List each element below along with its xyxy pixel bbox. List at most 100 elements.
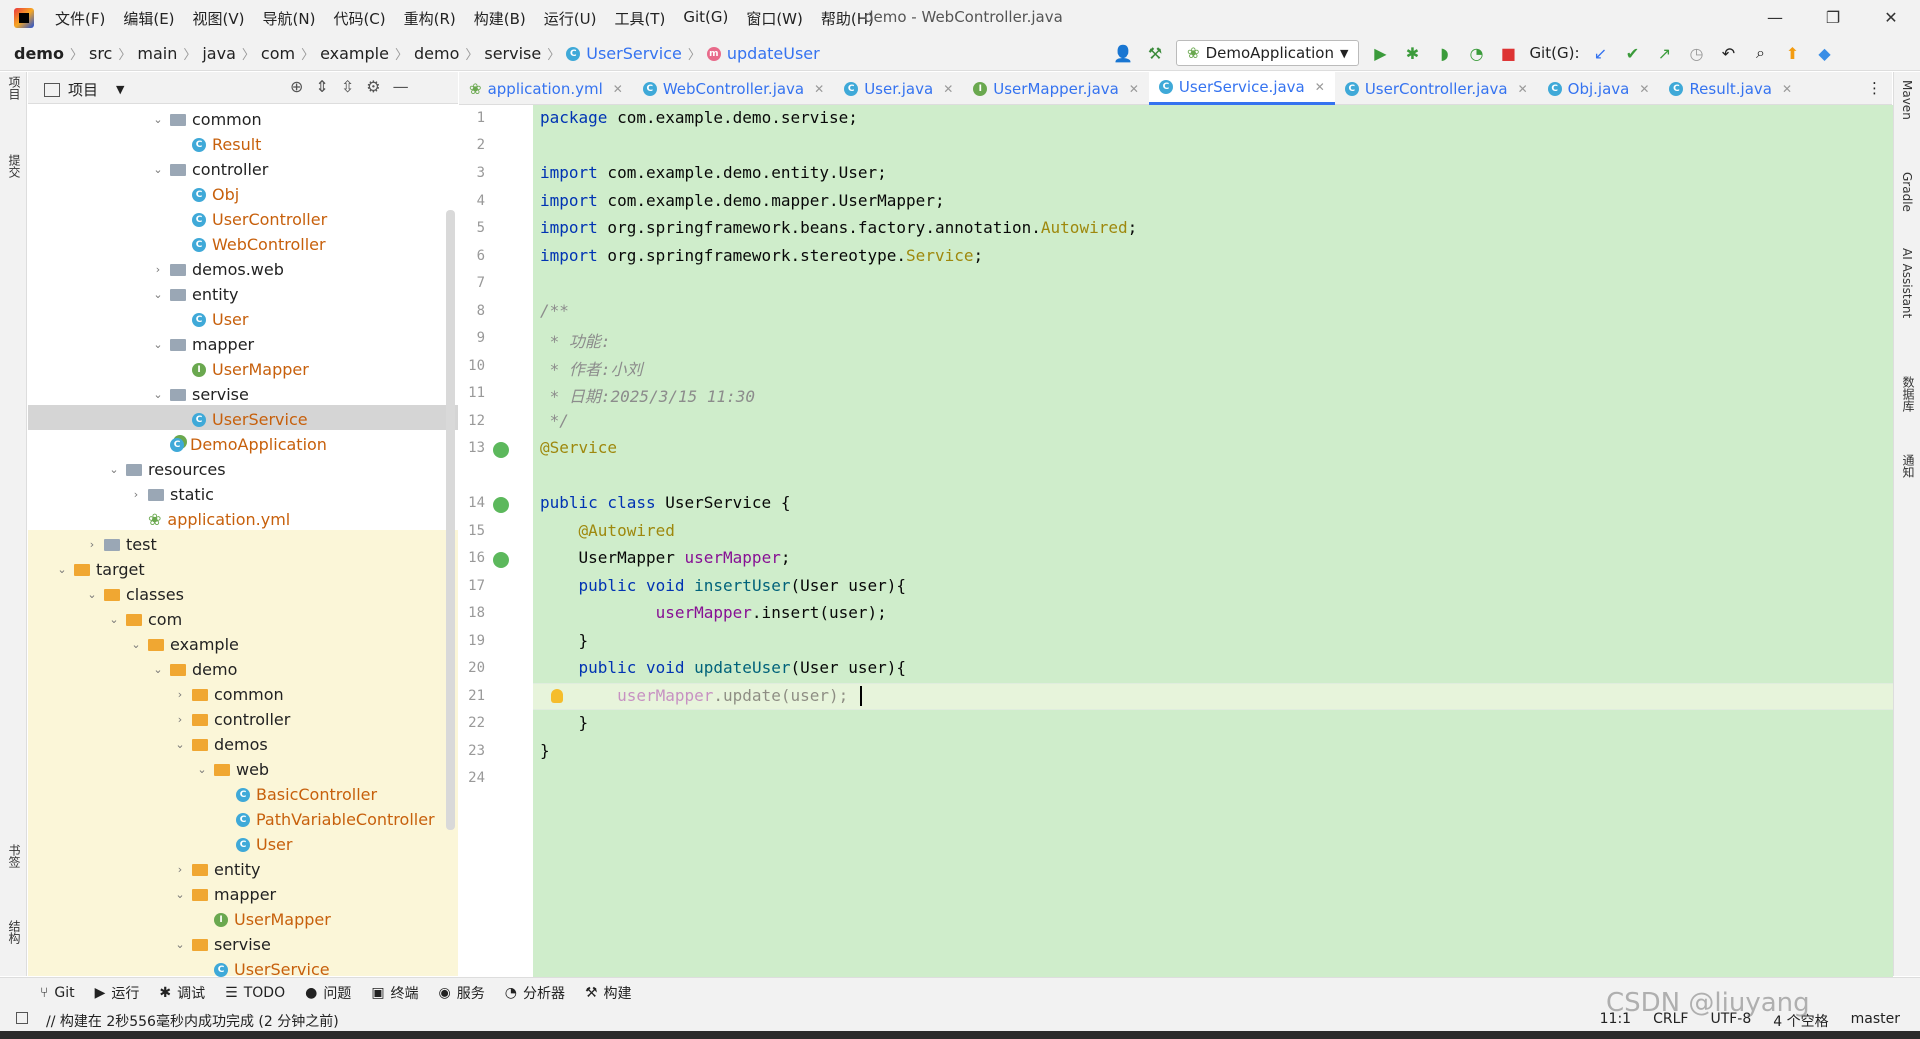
close-icon[interactable]: ✕ xyxy=(1639,82,1649,96)
tree-node[interactable]: ⌄ demos xyxy=(174,732,267,757)
profiler-tool-button[interactable]: ◔ 分析器 xyxy=(505,983,565,1003)
tree-node[interactable]: › common xyxy=(174,682,284,707)
editor-tab[interactable]: C Result.java ✕ xyxy=(1659,72,1802,105)
chevron-down-icon[interactable]: ⌄ xyxy=(174,738,186,751)
services-tool-button[interactable]: ◉ 服务 xyxy=(439,983,485,1003)
tree-node[interactable]: C User xyxy=(218,832,292,857)
menu-file[interactable]: 文件(F) xyxy=(55,8,105,29)
user-icon[interactable]: 👤 xyxy=(1112,42,1134,64)
code-line[interactable]: public void insertUser(User user){ xyxy=(540,576,907,595)
terminal-tool-button[interactable]: ▣ 终端 xyxy=(371,983,418,1003)
tree-node[interactable]: ⌄ common xyxy=(152,107,261,132)
close-icon[interactable]: ✕ xyxy=(613,82,623,96)
chevron-down-icon[interactable]: ⌄ xyxy=(108,463,120,476)
coverage-icon[interactable]: ◗ xyxy=(1433,42,1455,64)
problems-tool-button[interactable]: ● 问题 xyxy=(305,983,351,1003)
tree-node[interactable]: ❀ application.yml xyxy=(130,507,290,532)
git-tool-button[interactable]: ⑂ Git xyxy=(40,985,75,1001)
locate-icon[interactable]: ⊕ xyxy=(290,77,303,96)
collapse-all-icon[interactable]: ⇳ xyxy=(341,77,354,96)
breadcrumb-main[interactable]: main xyxy=(137,44,177,63)
menu-code[interactable]: 代码(C) xyxy=(333,8,385,29)
chevron-down-icon[interactable]: ⌄ xyxy=(152,663,164,676)
database-tool-button[interactable]: 数据库 xyxy=(1900,376,1917,412)
tree-node[interactable]: ⌄ classes xyxy=(86,582,184,607)
tree-node[interactable]: C PathVariableController xyxy=(218,807,435,832)
chevron-down-icon[interactable]: ⌄ xyxy=(108,613,120,626)
chevron-down-icon[interactable]: ⌄ xyxy=(152,338,164,351)
chevron-down-icon[interactable]: ⌄ xyxy=(174,888,186,901)
tree-node[interactable]: › static xyxy=(130,482,214,507)
jetbrains-ai-icon[interactable]: ◆ xyxy=(1814,42,1836,64)
editor-tab[interactable]: C UserService.java ✕ xyxy=(1148,72,1335,105)
close-icon[interactable]: ✕ xyxy=(1129,82,1139,96)
code-line[interactable]: import com.example.demo.mapper.UserMappe… xyxy=(540,191,945,210)
tree-node[interactable]: ⌄ com xyxy=(108,607,182,632)
chevron-down-icon[interactable]: ⌄ xyxy=(152,388,164,401)
rollback-icon[interactable]: ↶ xyxy=(1718,42,1740,64)
code-line[interactable]: */ xyxy=(540,411,569,430)
tree-node[interactable]: C UserController xyxy=(174,207,327,232)
editor-tab[interactable]: ❀ application.yml ✕ xyxy=(459,72,633,105)
build-tool-button[interactable]: ⚒ 构建 xyxy=(585,983,632,1003)
chevron-down-icon[interactable]: ⌄ xyxy=(152,113,164,126)
tree-node[interactable]: ⌄ mapper xyxy=(174,882,276,907)
editor-tab[interactable]: C WebController.java ✕ xyxy=(633,72,834,105)
tree-node[interactable]: › test xyxy=(86,532,157,557)
autowired-icon[interactable] xyxy=(493,552,509,568)
close-icon[interactable]: ✕ xyxy=(943,82,953,96)
code-line[interactable]: public void updateUser(User user){ xyxy=(540,658,907,677)
tree-node[interactable]: ⌄ target xyxy=(56,557,144,582)
hide-icon[interactable]: — xyxy=(393,77,409,96)
expand-all-icon[interactable]: ⇕ xyxy=(315,77,328,96)
code-line[interactable]: @Autowired xyxy=(540,521,675,540)
chevron-right-icon[interactable]: › xyxy=(174,713,186,726)
status-message[interactable]: // 构建在 2秒556毫秒内成功完成 (2 分钟之前) xyxy=(46,1011,339,1031)
menu-tools[interactable]: 工具(T) xyxy=(614,8,665,29)
code-line[interactable]: } xyxy=(540,631,589,650)
tree-node[interactable]: ⌄ example xyxy=(130,632,238,657)
menu-run[interactable]: 运行(U) xyxy=(544,8,597,29)
menu-build[interactable]: 构建(B) xyxy=(474,8,526,29)
git-update-icon[interactable]: ↙ xyxy=(1590,42,1612,64)
code-line[interactable]: /** xyxy=(540,301,569,320)
code-line[interactable]: * 功能: xyxy=(540,328,611,352)
tree-node[interactable]: C User xyxy=(174,307,248,332)
settings-gear-icon[interactable]: ⚙ xyxy=(366,77,380,96)
code-line[interactable]: * 作者:小刘 xyxy=(540,356,643,380)
breadcrumb-servise[interactable]: servise xyxy=(484,44,541,63)
editor-tab[interactable]: C Obj.java ✕ xyxy=(1538,72,1660,105)
more-tabs-icon[interactable]: ⋮ xyxy=(1857,72,1892,104)
chevron-down-icon[interactable]: ⌄ xyxy=(152,288,164,301)
code-line[interactable]: import com.example.demo.entity.User; xyxy=(540,163,887,182)
commit-tool-button[interactable]: 提交 xyxy=(6,154,23,178)
chevron-down-icon[interactable]: ⌄ xyxy=(86,588,98,601)
breadcrumb-java[interactable]: java xyxy=(202,44,236,63)
minimize-icon[interactable]: — xyxy=(1746,0,1804,35)
code-line[interactable]: userMapper.insert(user); xyxy=(540,603,887,622)
project-panel-title[interactable]: 项目 xyxy=(68,79,98,100)
tree-node[interactable]: C WebController xyxy=(174,232,326,257)
lightbulb-icon[interactable] xyxy=(551,689,563,703)
breadcrumb-class[interactable]: UserService xyxy=(586,44,682,63)
tree-node[interactable]: › entity xyxy=(174,857,261,882)
breadcrumb-project[interactable]: demo xyxy=(14,44,64,63)
maven-tool-button[interactable]: Maven xyxy=(1900,80,1914,120)
close-icon[interactable]: ✕ xyxy=(1518,82,1528,96)
menu-view[interactable]: 视图(V) xyxy=(193,8,245,29)
tree-node[interactable]: › controller xyxy=(174,707,291,732)
tree-node[interactable]: ⌄ mapper xyxy=(152,332,254,357)
code-line[interactable]: package com.example.demo.servise; xyxy=(540,108,858,127)
debug-icon[interactable]: ✱ xyxy=(1401,42,1423,64)
git-push-icon[interactable]: ↗ xyxy=(1654,42,1676,64)
chevron-down-icon[interactable]: ⌄ xyxy=(56,563,68,576)
chevron-down-icon[interactable]: ⌄ xyxy=(152,163,164,176)
close-icon[interactable]: ✕ xyxy=(814,82,824,96)
git-commit-icon[interactable]: ✔ xyxy=(1622,42,1644,64)
code-line[interactable]: } xyxy=(540,713,589,732)
project-tool-button[interactable]: 项目 xyxy=(6,76,23,100)
ai-assistant-tool-button[interactable]: AI Assistant xyxy=(1900,248,1914,318)
tree-node[interactable]: C BasicController xyxy=(218,782,377,807)
chevron-down-icon[interactable]: ⌄ xyxy=(130,638,142,651)
tree-node[interactable]: ⌄ resources xyxy=(108,457,225,482)
